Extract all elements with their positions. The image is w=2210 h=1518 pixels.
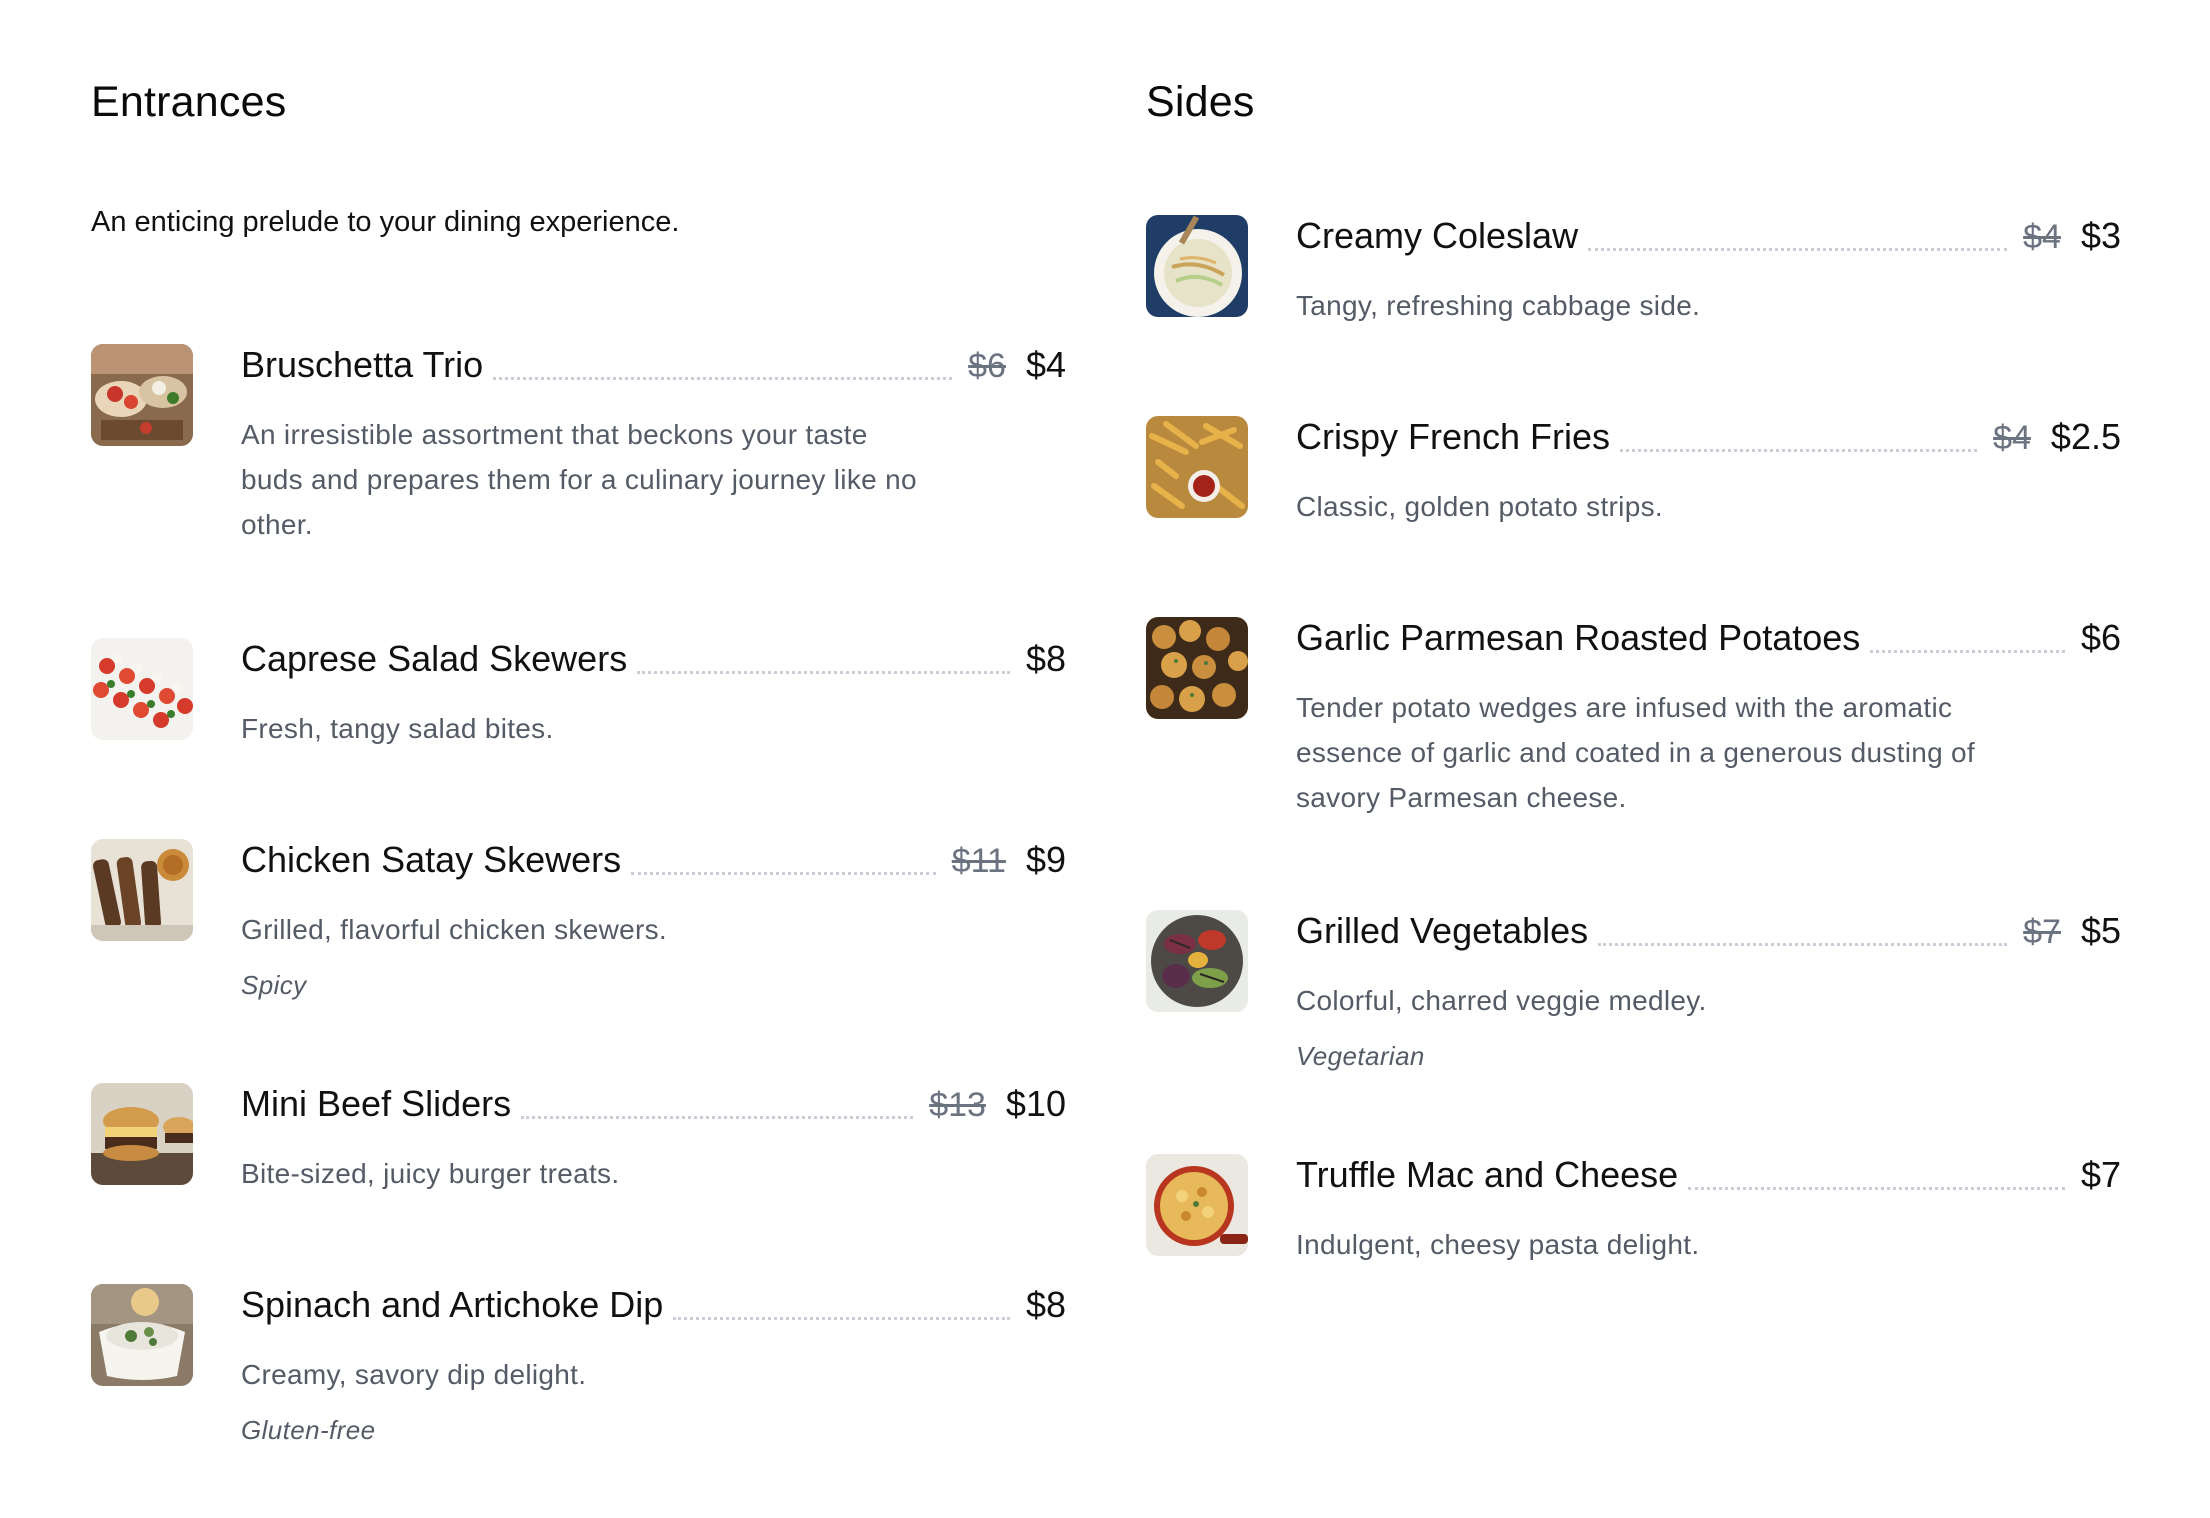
- item-description: Creamy, savory dip delight.: [241, 1359, 587, 1390]
- satay-image: [91, 839, 193, 941]
- price: $6: [2080, 617, 2121, 658]
- item-description: Colorful, charred veggie medley.: [1296, 985, 1707, 1016]
- dotted-leader: [673, 1316, 1010, 1320]
- item-name: Truffle Mac and Cheese: [1296, 1154, 1679, 1195]
- item-name: Spinach and Artichoke Dip: [241, 1284, 664, 1325]
- menu-page: Entrances An enticing prelude to your di…: [0, 0, 2210, 1518]
- item-description: An irresistible assortment that beckons …: [241, 419, 917, 540]
- bruschetta-image: [91, 344, 193, 446]
- original-price: $4: [1993, 419, 2031, 457]
- potatoes-image: [1146, 617, 1248, 719]
- price: $8: [1025, 1284, 1066, 1325]
- dotted-leader: [1688, 1186, 2065, 1190]
- item-description: Bite-sized, juicy burger treats.: [241, 1158, 620, 1189]
- item-name: Grilled Vegetables: [1296, 910, 1589, 951]
- price: $7: [2080, 1154, 2121, 1195]
- price: $5: [2080, 910, 2121, 951]
- item-description: Tangy, refreshing cabbage side.: [1296, 290, 1701, 321]
- dietary-tag: Vegetarian: [1296, 1041, 1425, 1071]
- item-name: Crispy French Fries: [1296, 416, 1611, 457]
- item-description: Grilled, flavorful chicken skewers.: [241, 914, 667, 945]
- item-name: Chicken Satay Skewers: [241, 839, 622, 880]
- dotted-leader: [637, 670, 1010, 674]
- item-description: Tender potato wedges are infused with th…: [1296, 692, 1976, 813]
- sliders-image: [91, 1083, 193, 1185]
- dotted-leader: [1588, 247, 2008, 251]
- dip-image: [91, 1284, 193, 1386]
- mac-cheese-image: [1146, 1154, 1248, 1256]
- dietary-tag: Gluten-free: [241, 1415, 376, 1445]
- price: $4: [1025, 344, 1066, 385]
- item-name: Bruschetta Trio: [241, 344, 484, 385]
- original-price: $13: [929, 1086, 986, 1124]
- item-description: Indulgent, cheesy pasta delight.: [1296, 1229, 1700, 1260]
- dotted-leader: [1598, 942, 2008, 946]
- price: $2.5: [2050, 416, 2121, 457]
- item-description: Classic, golden potato strips.: [1296, 491, 1663, 522]
- price: $10: [1005, 1083, 1066, 1124]
- dotted-leader: [631, 871, 936, 875]
- item-name: Mini Beef Sliders: [241, 1083, 512, 1124]
- item-name: Caprese Salad Skewers: [241, 638, 628, 679]
- entrances-title: Entrances: [91, 78, 287, 126]
- dotted-leader: [1620, 448, 1978, 452]
- vegetables-image: [1146, 910, 1248, 1012]
- caprese-image: [91, 638, 193, 740]
- dotted-leader: [521, 1115, 914, 1119]
- original-price: $7: [2023, 913, 2061, 951]
- item-description: Fresh, tangy salad bites.: [241, 713, 554, 744]
- fries-image: [1146, 416, 1248, 518]
- price: $3: [2080, 215, 2121, 256]
- dietary-tag: Spicy: [241, 970, 307, 1000]
- coleslaw-image: [1146, 215, 1248, 317]
- entrances-intro: An enticing prelude to your dining exper…: [91, 206, 680, 238]
- price: $8: [1025, 638, 1066, 679]
- original-price: $4: [2023, 218, 2061, 256]
- item-name: Garlic Parmesan Roasted Potatoes: [1296, 617, 1861, 658]
- item-name: Creamy Coleslaw: [1296, 215, 1579, 256]
- dotted-leader: [1870, 649, 2065, 653]
- original-price: $11: [951, 842, 1006, 880]
- price: $9: [1025, 839, 1066, 880]
- sides-title: Sides: [1146, 78, 1255, 126]
- original-price: $6: [968, 347, 1006, 385]
- dotted-leader: [493, 376, 953, 380]
